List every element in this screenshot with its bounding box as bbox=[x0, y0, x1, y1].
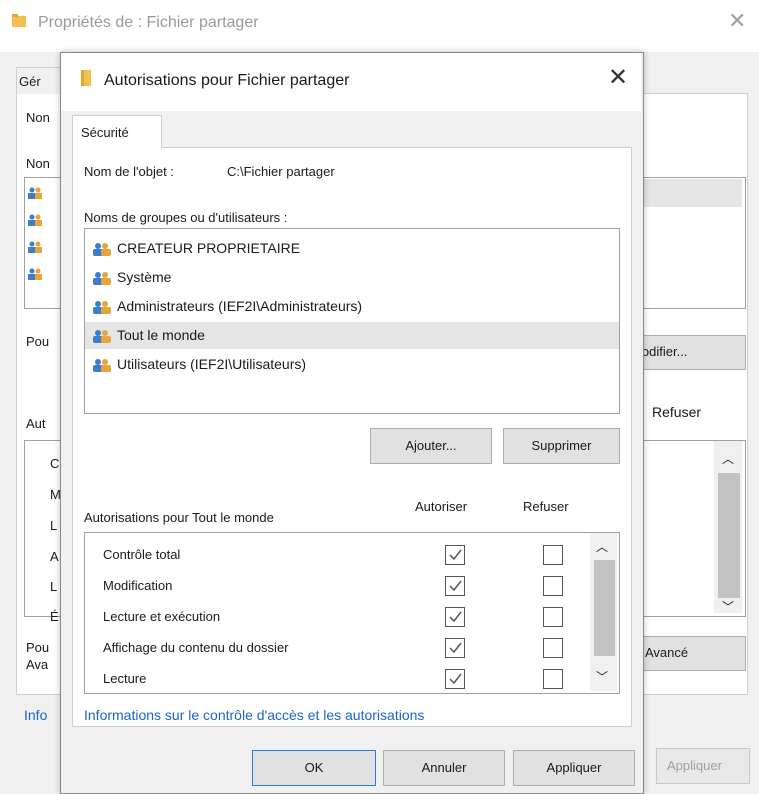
list-item[interactable]: Système bbox=[85, 264, 619, 291]
deny-checkbox[interactable] bbox=[543, 545, 563, 565]
bg-perm-letter: C bbox=[50, 456, 60, 471]
deny-checkbox[interactable] bbox=[543, 607, 563, 627]
apply-button[interactable]: Appliquer bbox=[513, 750, 635, 786]
bg-label: Non bbox=[26, 156, 50, 171]
bg-perm-letter: É bbox=[50, 609, 59, 624]
advanced-button[interactable]: Avancé bbox=[632, 636, 746, 671]
allow-checkbox[interactable] bbox=[445, 669, 465, 689]
bg-perm-letter: A bbox=[50, 549, 59, 564]
add-button-label: Ajouter... bbox=[405, 438, 457, 453]
tab-security[interactable]: Sécurité bbox=[72, 115, 162, 149]
modify-button-label: lodifier... bbox=[639, 344, 688, 359]
list-item-selected[interactable]: Tout le monde bbox=[85, 322, 619, 349]
folder-icon bbox=[78, 69, 94, 86]
bg-label: Pou bbox=[26, 334, 50, 349]
folder-icon bbox=[11, 13, 27, 29]
permissions-title: Autorisations pour Tout le monde bbox=[84, 510, 274, 525]
users-group-icon bbox=[28, 213, 42, 229]
cancel-button[interactable]: Annuler bbox=[383, 750, 505, 786]
list-item-label: Système bbox=[117, 269, 172, 285]
properties-title: Propriétés de : Fichier partager bbox=[38, 14, 259, 31]
access-info-link[interactable]: Informations sur le contrôle d'accès et … bbox=[84, 707, 424, 723]
permissions-list: Contrôle total Modification Lecture et e… bbox=[84, 532, 620, 694]
permission-label: Lecture et exécution bbox=[103, 609, 221, 624]
users-group-icon bbox=[93, 242, 111, 256]
object-name-value: C:\Fichier partager bbox=[227, 164, 335, 179]
add-button[interactable]: Ajouter... bbox=[370, 428, 492, 464]
deny-checkbox[interactable] bbox=[543, 576, 563, 596]
tab-security-label: Sécurité bbox=[81, 125, 129, 140]
groups-list[interactable]: CREATEUR PROPRIETAIRE Système Administra… bbox=[84, 228, 620, 414]
permission-row: Lecture bbox=[85, 663, 585, 693]
apply-button-label: Appliquer bbox=[546, 760, 602, 775]
bg-label: Non bbox=[26, 110, 50, 125]
close-icon[interactable]: ✕ bbox=[608, 66, 628, 90]
deny-checkbox[interactable] bbox=[543, 638, 563, 658]
allow-checkbox[interactable] bbox=[445, 638, 465, 658]
permission-row: Lecture et exécution bbox=[85, 601, 585, 632]
remove-button-label: Supprimer bbox=[531, 438, 592, 453]
allow-checkbox[interactable] bbox=[445, 576, 465, 596]
cancel-button-label: Annuler bbox=[421, 760, 467, 775]
bg-info-link[interactable]: Info bbox=[24, 707, 47, 723]
permission-label: Lecture bbox=[103, 671, 147, 686]
dialog-title: Autorisations pour Fichier partager bbox=[104, 72, 350, 89]
allow-column-header: Autoriser bbox=[415, 499, 468, 514]
chevron-down-icon[interactable]: ﹀ bbox=[596, 668, 608, 685]
permission-row: Contrôle total bbox=[85, 539, 585, 570]
permission-row: Affichage du contenu du dossier bbox=[85, 632, 585, 663]
deny-column-header: Refuser bbox=[523, 499, 569, 514]
ok-button-label: OK bbox=[304, 760, 324, 775]
users-group-icon bbox=[93, 300, 111, 314]
permissions-scrollbar-thumb[interactable] bbox=[594, 560, 615, 656]
permission-label: Modification bbox=[103, 578, 173, 593]
bg-refuser-header: Refuser bbox=[652, 404, 702, 420]
chevron-up-icon[interactable]: ︿ bbox=[596, 538, 608, 555]
advanced-button-label: Avancé bbox=[645, 645, 689, 660]
deny-checkbox[interactable] bbox=[543, 669, 563, 689]
modify-button[interactable]: lodifier... bbox=[632, 335, 746, 370]
users-group-icon bbox=[93, 329, 111, 343]
permission-row: Modification bbox=[85, 570, 585, 601]
groups-label: Noms de groupes ou d'utilisateurs : bbox=[84, 210, 288, 225]
users-group-icon bbox=[28, 267, 42, 283]
permission-label: Contrôle total bbox=[103, 547, 181, 562]
list-item-label: Tout le monde bbox=[117, 327, 205, 343]
remove-button[interactable]: Supprimer bbox=[503, 428, 620, 464]
bg-apply-button-label: Appliquer bbox=[667, 758, 722, 773]
users-group-icon bbox=[93, 358, 111, 372]
bg-label: Pou bbox=[26, 640, 50, 655]
users-group-icon bbox=[93, 271, 111, 285]
chevron-down-icon[interactable]: ﹀ bbox=[722, 598, 734, 615]
bg-scrollbar-thumb[interactable] bbox=[718, 473, 740, 598]
close-icon[interactable]: ✕ bbox=[728, 10, 746, 32]
users-group-icon bbox=[28, 240, 42, 256]
object-name-label: Nom de l'objet : bbox=[84, 164, 174, 179]
bg-perm-letter: L bbox=[50, 518, 58, 533]
list-item-label: Utilisateurs (IEF2I\Utilisateurs) bbox=[117, 356, 307, 372]
list-item[interactable]: CREATEUR PROPRIETAIRE bbox=[85, 235, 619, 262]
list-item-label: Administrateurs (IEF2I\Administrateurs) bbox=[117, 298, 363, 314]
bg-apply-button[interactable]: Appliquer bbox=[656, 748, 750, 784]
tab-general-label: Gér bbox=[19, 74, 41, 89]
chevron-up-icon[interactable]: ︿ bbox=[722, 450, 734, 467]
list-item[interactable]: Utilisateurs (IEF2I\Utilisateurs) bbox=[85, 351, 619, 378]
ok-button[interactable]: OK bbox=[252, 750, 376, 786]
list-item[interactable]: Administrateurs (IEF2I\Administrateurs) bbox=[85, 293, 619, 320]
bg-label: Aut bbox=[26, 416, 46, 431]
bg-label: Ava bbox=[26, 657, 49, 672]
allow-checkbox[interactable] bbox=[445, 545, 465, 565]
allow-checkbox[interactable] bbox=[445, 607, 465, 627]
bg-perm-letter: L bbox=[50, 579, 58, 594]
bg-selected-row bbox=[640, 179, 742, 207]
list-item-label: CREATEUR PROPRIETAIRE bbox=[117, 240, 301, 256]
permission-label: Affichage du contenu du dossier bbox=[103, 640, 289, 655]
users-group-icon bbox=[28, 186, 42, 202]
